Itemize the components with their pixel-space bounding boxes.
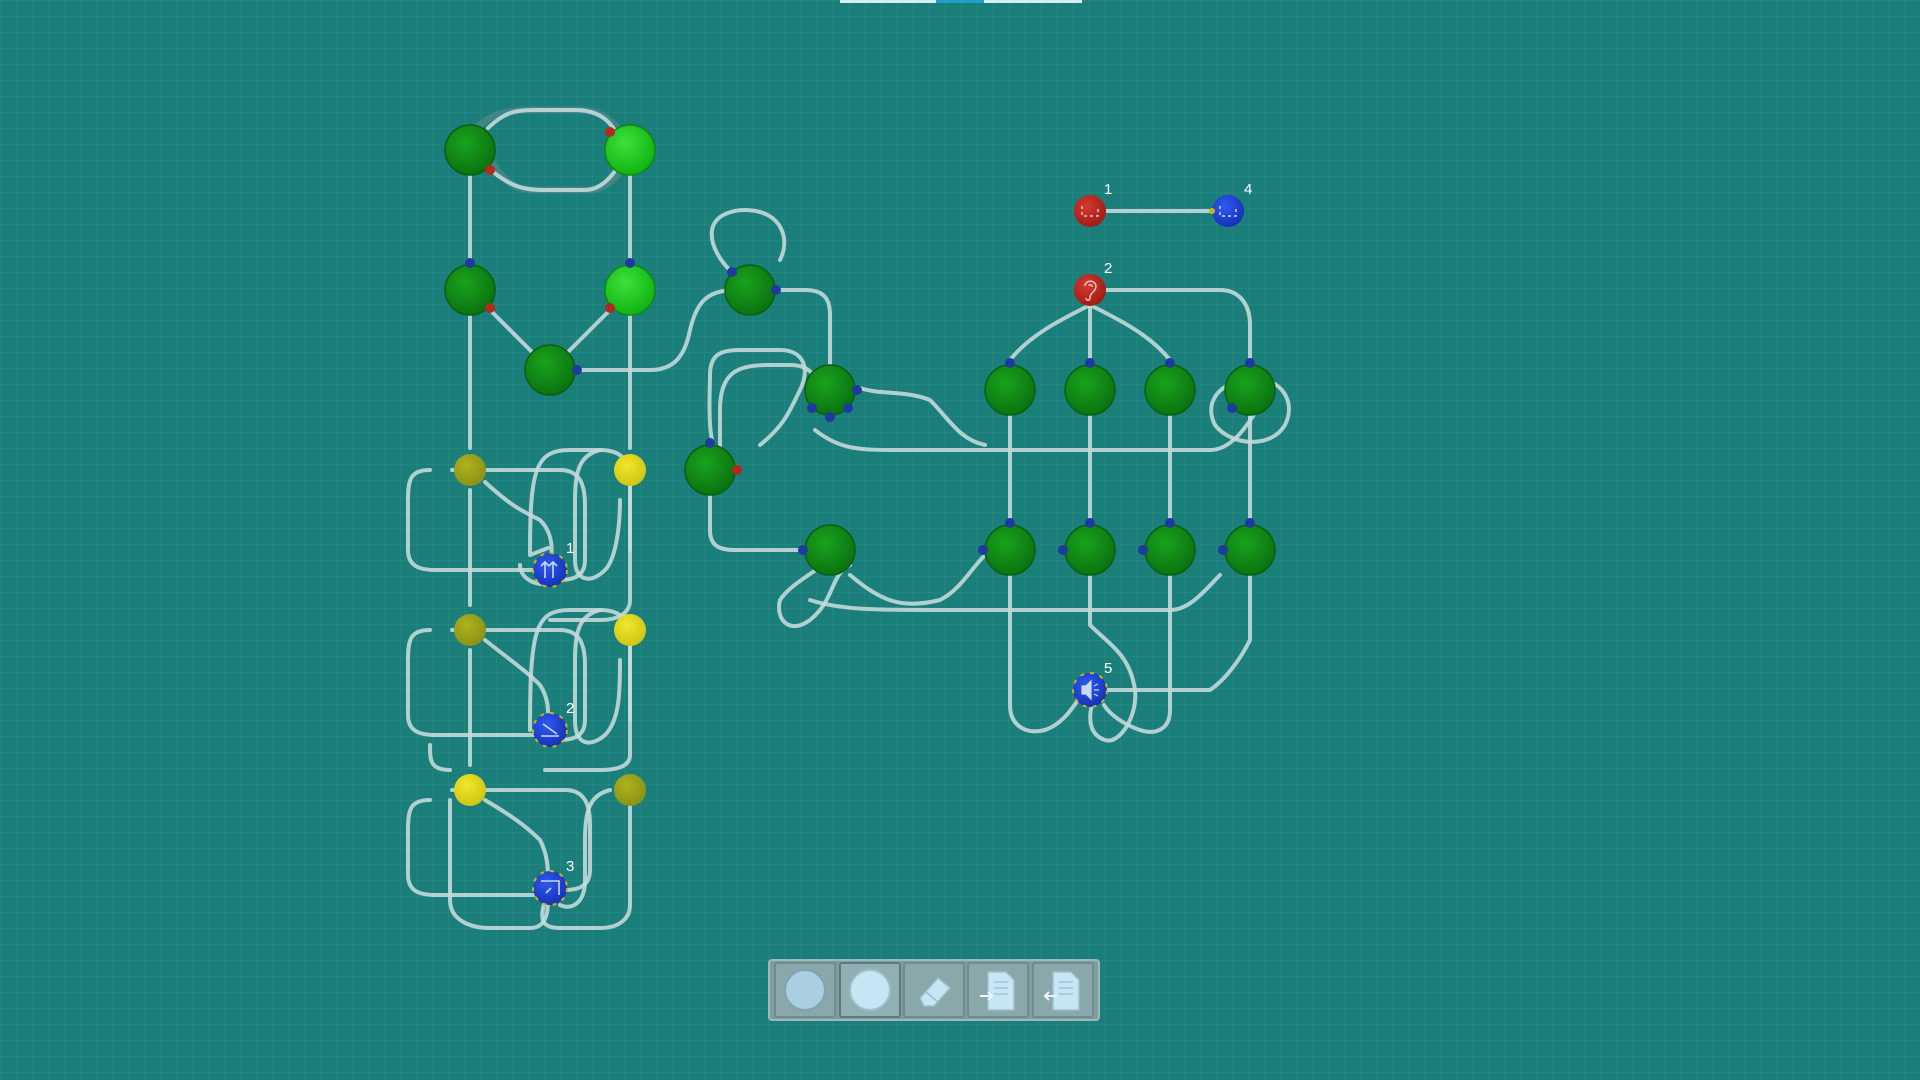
gate-3[interactable]: [444, 258, 496, 316]
dark-circle-icon: [784, 969, 827, 1011]
gate-2[interactable]: [604, 124, 656, 176]
gate-15[interactable]: [1058, 518, 1116, 576]
gate-12[interactable]: [1144, 358, 1196, 416]
gate-6[interactable]: [724, 264, 781, 316]
button-1[interactable]: [454, 454, 486, 486]
wires: [406, 106, 1291, 930]
gate-8[interactable]: [684, 438, 742, 496]
button-6[interactable]: [614, 774, 646, 806]
tool-gate-light-circle[interactable]: [838, 962, 901, 1018]
speaker-node-number: 5: [1104, 660, 1112, 677]
game-canvas[interactable]: 1 2 3 5 1 2 4: [0, 0, 1920, 1080]
gate-11[interactable]: [1064, 358, 1116, 416]
red-square-node[interactable]: 1: [1074, 181, 1112, 227]
arrow-node-number: 1: [566, 540, 574, 557]
blue-square-node[interactable]: 4: [1209, 181, 1252, 227]
button-5[interactable]: [454, 774, 486, 806]
document-export-icon: [980, 971, 1016, 1011]
gate-14[interactable]: [978, 518, 1036, 576]
corner-node[interactable]: 3: [532, 858, 574, 906]
blue-square-node-number: 4: [1244, 181, 1252, 198]
corner-node-number: 3: [566, 858, 574, 875]
tool-gate-dark-circle[interactable]: [774, 962, 837, 1018]
gate-7[interactable]: [804, 364, 862, 422]
button-2[interactable]: [614, 454, 646, 486]
gate-1[interactable]: [444, 124, 496, 176]
circuit-board[interactable]: 1 2 3 5 1 2 4: [0, 0, 1920, 1080]
tool-import[interactable]: [1031, 962, 1094, 1018]
red-square-node-number: 1: [1104, 181, 1112, 198]
gate-17[interactable]: [1218, 518, 1276, 576]
gate-9[interactable]: [798, 524, 856, 576]
light-circle-icon: [848, 969, 891, 1011]
eraser-icon: [919, 976, 952, 1007]
tool-eraser[interactable]: [902, 962, 965, 1018]
gate-4[interactable]: [604, 258, 656, 316]
gate-13[interactable]: [1224, 358, 1276, 416]
gate-16[interactable]: [1138, 518, 1196, 576]
ramp-node-number: 2: [566, 700, 574, 717]
tool-palette: [768, 959, 1100, 1021]
tool-export[interactable]: [967, 962, 1030, 1018]
document-import-icon: [1043, 971, 1080, 1011]
ear-node[interactable]: 2: [1074, 260, 1112, 306]
gate-10[interactable]: [984, 358, 1036, 416]
ear-node-number: 2: [1104, 260, 1112, 277]
speaker-node[interactable]: 5: [1072, 660, 1112, 708]
button-4[interactable]: [614, 614, 646, 646]
button-3[interactable]: [454, 614, 486, 646]
gate-5[interactable]: [524, 344, 582, 396]
